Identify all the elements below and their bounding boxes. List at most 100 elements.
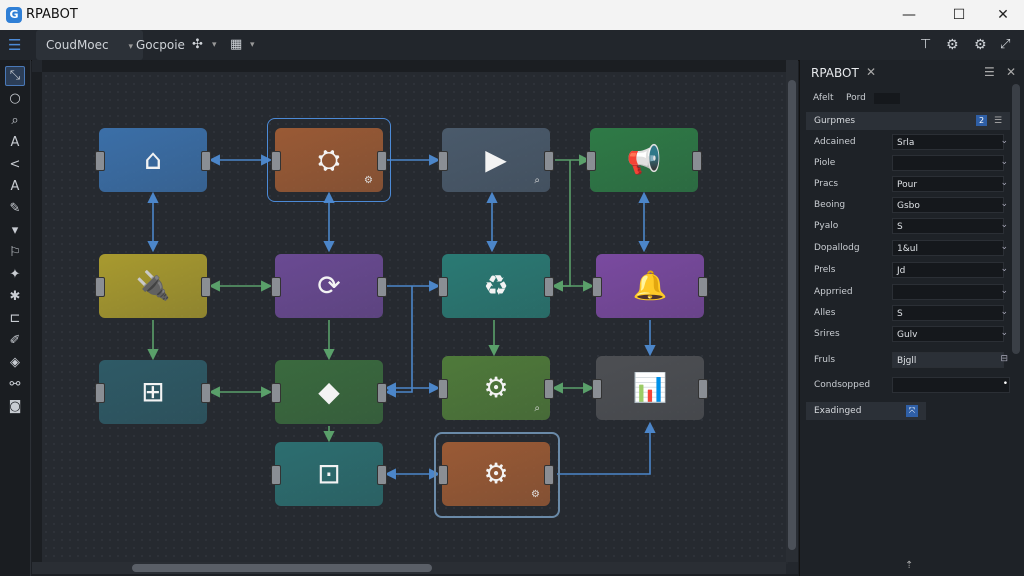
flow-canvas[interactable]: ⌂ ⛭ ⚙ ▶ ⌕ 📢 🔌 ⟳ ♻ 🔔 ⊞ ◆ ⚙ ⌕ 📊 ⊡ ⚙ ⚙ [42, 72, 788, 564]
panel-header: RPABOT ✕ ☰ ✕ [800, 60, 1024, 86]
chevron-down-icon[interactable]: ⌄ [1000, 264, 1008, 274]
close-icon[interactable]: ✕ [866, 65, 876, 79]
chevron-down-icon[interactable]: ⌄ [1000, 286, 1008, 296]
row-value[interactable]: Pour [892, 176, 1004, 192]
menu-icon[interactable]: ☰ [8, 30, 21, 60]
chevron-down-icon[interactable]: ▾ [212, 30, 217, 60]
flow-node-n5[interactable]: 🔌 [95, 254, 211, 318]
flow-node-n8[interactable]: 🔔 [592, 254, 708, 318]
section-label: Gurpmes [814, 116, 856, 126]
minimize-button[interactable]: — [886, 0, 932, 30]
section-toggle-icon[interactable]: 2 [976, 115, 987, 126]
row-value[interactable]: Srla [892, 134, 1004, 150]
canvas-area: ⌂ ⛭ ⚙ ▶ ⌕ 📢 🔌 ⟳ ♻ 🔔 ⊞ ◆ ⚙ ⌕ 📊 ⊡ ⚙ ⚙ [32, 60, 798, 574]
fan-icon[interactable]: ✣ [192, 30, 203, 60]
flow-node-n3[interactable]: ▶ ⌕ [438, 128, 554, 192]
expand-icon[interactable]: ⤢ [1000, 30, 1010, 60]
bottom-arrow-icon[interactable]: ⇡ [905, 560, 913, 571]
angle-tool-icon[interactable]: < [6, 156, 24, 174]
calendar-icon[interactable]: ▦ [230, 30, 242, 60]
row-value[interactable]: S [892, 218, 1004, 234]
flow-node-n12[interactable]: 📊 [592, 356, 708, 420]
select-tool-icon[interactable]: ⤡ [5, 66, 25, 86]
tag-tool-icon[interactable]: ⚐ [6, 244, 24, 262]
eraser-tool-icon[interactable]: ◈ [6, 354, 24, 372]
scroll-thumb[interactable] [788, 80, 796, 550]
panel-tab-pord[interactable]: Pord [846, 93, 866, 103]
tab-coudmoec[interactable]: CoudMoec ▾ [36, 30, 143, 60]
settings-icon[interactable]: ⚙ [974, 30, 987, 60]
flow-node-n11[interactable]: ⚙ ⌕ [438, 356, 554, 420]
node-icon: ⊞ [141, 375, 165, 408]
connector-21[interactable] [557, 421, 656, 475]
flow-node-n9[interactable]: ⊞ [95, 360, 211, 424]
flow-node-n13[interactable]: ⊡ [271, 442, 387, 506]
chevron-down-icon[interactable]: ⌄ [1000, 242, 1008, 252]
brush-tool-icon[interactable]: ✐ [6, 332, 24, 350]
row-label: Fruls [814, 355, 836, 365]
list-icon[interactable]: ☰ [984, 65, 995, 79]
edit-icon[interactable]: ⊟ [1000, 354, 1008, 364]
row-value[interactable]: S [892, 305, 1004, 321]
flow-node-n6[interactable]: ⟳ [271, 254, 387, 318]
chevron-down-icon: ▾ [128, 42, 133, 52]
row-value[interactable]: Bjgll [892, 352, 1004, 368]
list-icon[interactable]: ☰ [994, 112, 1002, 130]
section-header[interactable]: Gurpmes 2 ☰ [806, 112, 1010, 130]
row-value[interactable] [892, 284, 1004, 300]
chevron-down-icon[interactable]: ⌄ [1000, 307, 1008, 317]
row-value[interactable]: Gsbo [892, 197, 1004, 213]
chevron-down-icon[interactable]: ⌄ [1000, 178, 1008, 188]
connector-3[interactable] [551, 160, 571, 292]
row-value[interactable] [892, 377, 1010, 393]
horizontal-scrollbar[interactable] [32, 562, 786, 574]
text-tool-icon[interactable]: A [6, 134, 24, 152]
shape-tool-icon[interactable]: ▾ [6, 222, 24, 240]
link-tool-icon[interactable]: ⚯ [6, 376, 24, 394]
connector-11[interactable] [384, 286, 413, 398]
chevron-down-icon[interactable]: ⌄ [1000, 136, 1008, 146]
camera-tool-icon[interactable]: ◙ [6, 398, 24, 416]
dot-icon[interactable]: • [1003, 379, 1008, 389]
chevron-down-icon[interactable]: ⌄ [1000, 157, 1008, 167]
chevron-down-icon[interactable]: ⌄ [1000, 199, 1008, 209]
flow-node-n10[interactable]: ◆ [271, 360, 387, 424]
chevron-down-icon[interactable]: ⌄ [1000, 220, 1008, 230]
panel-tab-box[interactable] [874, 93, 900, 104]
close-button[interactable]: ✕ [980, 0, 1024, 30]
filter-icon[interactable]: ⊤ [920, 30, 931, 60]
panel-scrollbar[interactable] [1012, 84, 1020, 354]
title-bar: G RPABOT — ☐ ✕ [0, 0, 1024, 30]
tab-gocpoie[interactable]: Gocpoie [136, 30, 185, 60]
collapse-icon[interactable]: ⤧ [906, 405, 918, 417]
left-ruler [32, 72, 42, 564]
text-alt-tool-icon[interactable]: A [6, 178, 24, 196]
property-row: Pracs Pour ⌄ [810, 176, 1010, 194]
scroll-thumb[interactable] [132, 564, 432, 572]
bolt-tool-icon[interactable]: ✦ [6, 266, 24, 284]
left-toolbar: ⤡ ○ ⌕ A < A ✎ ▾ ⚐ ✦ ✱ ⊏ ✐ ◈ ⚯ ◙ [0, 60, 31, 576]
cog-tool-icon[interactable]: ✱ [6, 288, 24, 306]
row-value[interactable]: Gulv [892, 326, 1004, 342]
maximize-button[interactable]: ☐ [936, 0, 982, 30]
close-icon[interactable]: ✕ [1006, 65, 1016, 79]
chevron-down-icon[interactable]: ▾ [250, 30, 255, 60]
chevron-down-icon[interactable]: ⌄ [1000, 328, 1008, 338]
pen-tool-icon[interactable]: ✎ [6, 200, 24, 218]
expanded-section[interactable]: Exadinged ⤧ [806, 402, 926, 420]
flow-node-n7[interactable]: ♻ [438, 254, 554, 318]
vertical-scrollbar[interactable] [786, 60, 798, 562]
panel-tab-afelt[interactable]: Afelt [813, 93, 834, 103]
property-row: Apprried ⌄ [810, 284, 1010, 302]
circle-tool-icon[interactable]: ○ [6, 90, 24, 108]
row-value[interactable] [892, 155, 1004, 171]
frame-tool-icon[interactable]: ⊏ [6, 310, 24, 328]
search-tool-icon[interactable]: ⌕ [6, 112, 24, 130]
row-value[interactable]: 1&ul [892, 240, 1004, 256]
node-badge-icon: ⌕ [534, 403, 540, 414]
selection-outline [434, 432, 560, 518]
flow-node-n4[interactable]: 📢 [586, 128, 702, 192]
gear-icon[interactable]: ⚙ [946, 30, 959, 60]
row-value[interactable]: Jd [892, 262, 1004, 278]
flow-node-n1[interactable]: ⌂ [95, 128, 211, 192]
